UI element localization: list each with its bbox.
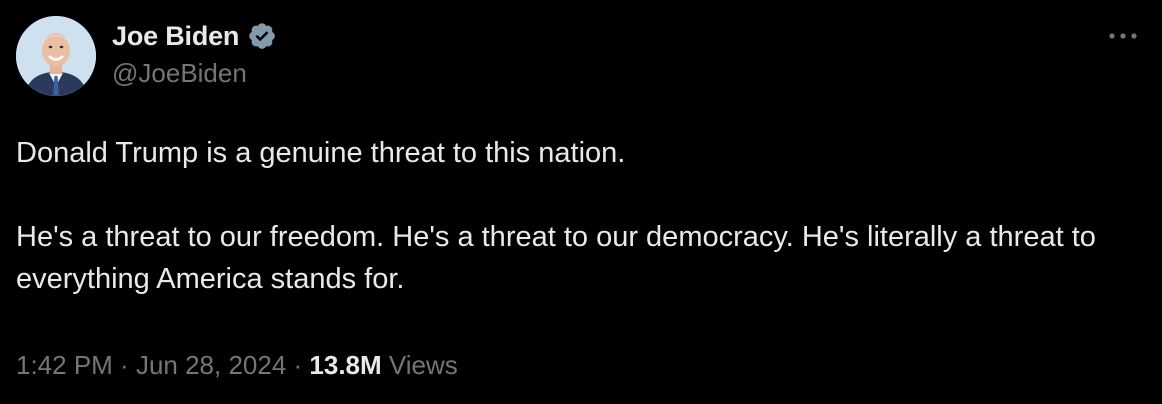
display-name[interactable]: Joe Biden <box>112 21 239 52</box>
user-handle[interactable]: @JoeBiden <box>112 58 277 89</box>
meta-separator: · <box>112 350 136 380</box>
tweet-date[interactable]: Jun 28, 2024 <box>136 350 286 380</box>
tweet-time[interactable]: 1:42 PM <box>16 350 113 380</box>
author-info: Joe Biden @JoeBiden <box>112 18 277 89</box>
tweet-card: Joe Biden @JoeBiden Donald Trump is a ge… <box>0 0 1162 404</box>
views-label: Views <box>381 350 458 380</box>
name-row: Joe Biden <box>112 18 277 54</box>
avatar[interactable] <box>16 16 96 96</box>
more-options-icon[interactable] <box>1106 26 1140 46</box>
tweet-text: Donald Trump is a genuine threat to this… <box>16 132 1156 300</box>
views-count[interactable]: 13.8M <box>309 350 381 380</box>
verified-badge-icon[interactable] <box>247 21 277 51</box>
avatar-image <box>16 16 96 96</box>
tweet-paragraph: He's a threat to our freedom. He's a thr… <box>16 221 1096 295</box>
tweet-metadata: 1:42 PM · Jun 28, 2024 · 13.8M Views <box>16 350 458 381</box>
tweet-paragraph: Donald Trump is a genuine threat to this… <box>16 137 626 169</box>
meta-separator: · <box>286 350 310 380</box>
